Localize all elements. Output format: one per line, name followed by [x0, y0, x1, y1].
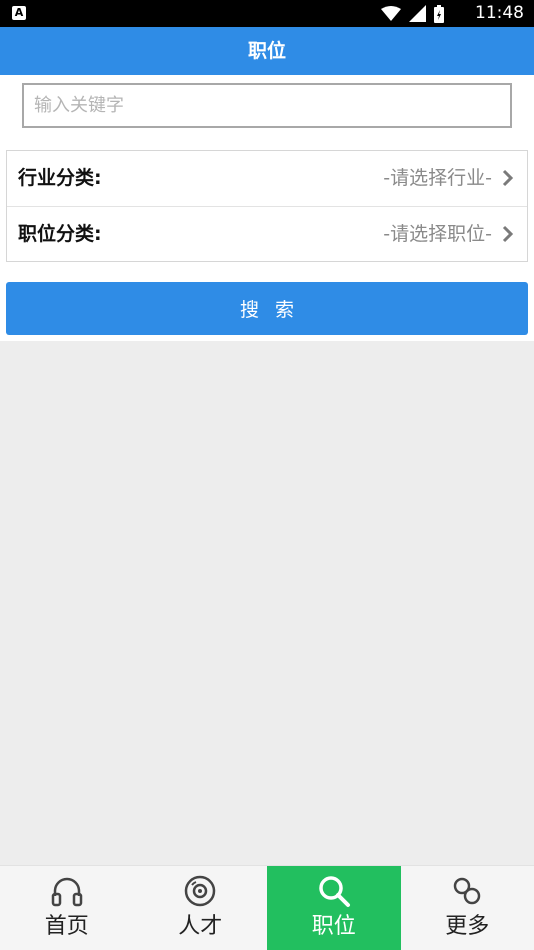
- link-icon: [454, 877, 481, 905]
- search-icon: [319, 876, 350, 907]
- battery-icon: [434, 4, 444, 23]
- chevron-right-icon: [502, 225, 514, 243]
- tab-talent[interactable]: 人才: [134, 866, 268, 950]
- wifi-icon: [381, 5, 401, 21]
- position-filter-label: 职位分类:: [18, 223, 102, 245]
- tab-more[interactable]: 更多: [401, 866, 534, 950]
- industry-filter-row[interactable]: 行业分类: -请选择行业-: [7, 151, 527, 206]
- notification-icon: A: [12, 6, 26, 20]
- signal-icon: [409, 5, 426, 22]
- position-filter-row[interactable]: 职位分类: -请选择职位-: [7, 206, 527, 261]
- search-panel: 行业分类: -请选择行业- 职位分类: -请选择职位- 搜索: [0, 75, 534, 341]
- position-filter-value: -请选择职位-: [383, 223, 492, 245]
- status-bar: A 11:48: [0, 0, 534, 27]
- page-title: 职位: [0, 27, 534, 75]
- disc-icon: [185, 875, 216, 907]
- headphones-icon: [51, 877, 82, 907]
- industry-filter-value: -请选择行业-: [383, 167, 492, 189]
- keyword-search-input[interactable]: [22, 83, 512, 128]
- tab-home-label: 首页: [44, 914, 89, 939]
- chevron-right-icon: [502, 169, 514, 187]
- tab-positions[interactable]: 职位: [267, 866, 401, 950]
- tab-home[interactable]: 首页: [0, 866, 134, 950]
- search-button[interactable]: 搜索: [6, 282, 528, 335]
- filter-list: 行业分类: -请选择行业- 职位分类: -请选择职位-: [6, 150, 528, 262]
- status-time: 11:48: [475, 3, 524, 23]
- bottom-tab-bar: 首页 人才 职位 更多: [0, 865, 534, 950]
- tab-more-label: 更多: [445, 914, 490, 939]
- tab-positions-label: 职位: [311, 914, 356, 939]
- industry-filter-label: 行业分类:: [18, 167, 102, 189]
- tab-talent-label: 人才: [178, 914, 223, 939]
- status-icons: [381, 4, 444, 23]
